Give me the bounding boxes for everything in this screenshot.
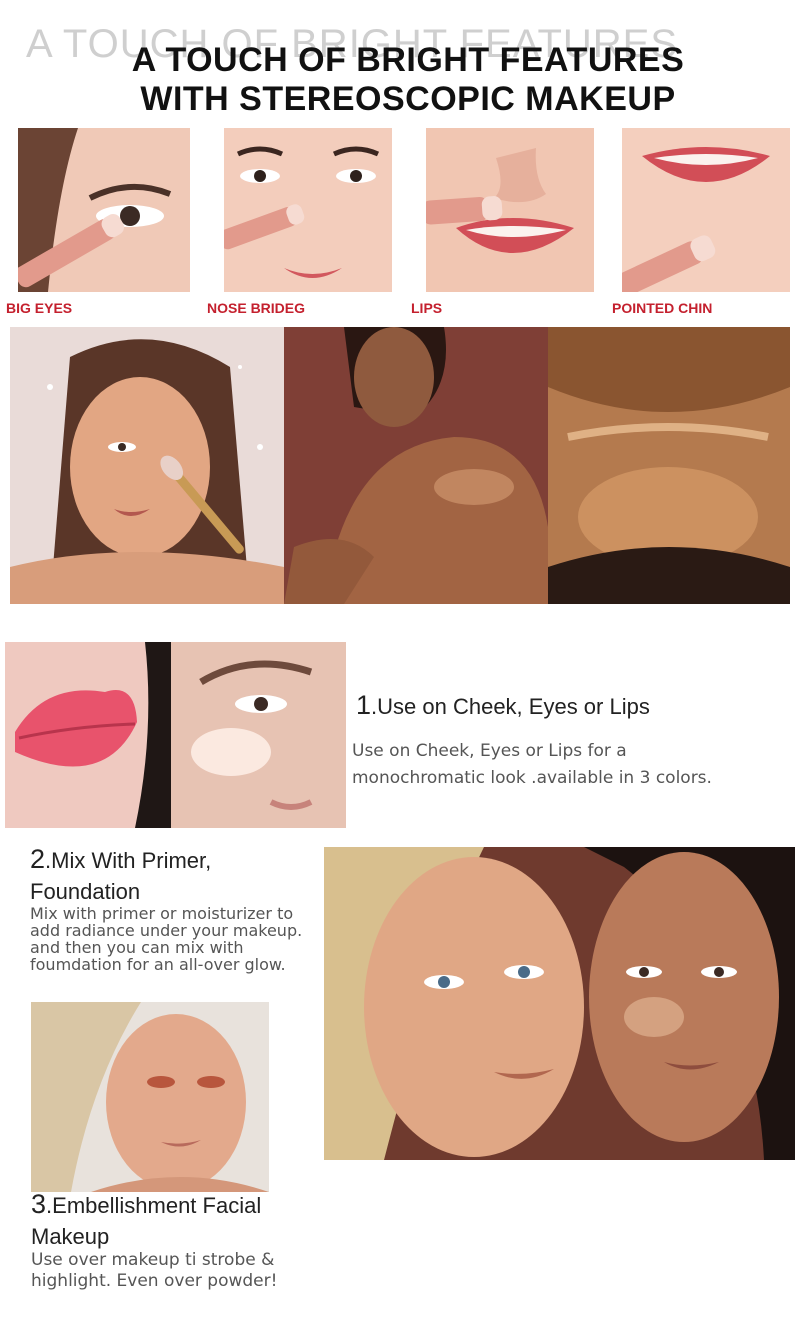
step-2-title-line1: .Mix With Primer, (45, 848, 212, 873)
model-shoulder-photo (284, 327, 548, 604)
page-title-line2: WITH STEREOSCOPIC MAKEUP (140, 80, 676, 118)
feature-label-lips: LIPS (411, 300, 443, 316)
two-models-glow-photo (324, 847, 795, 1160)
collarbone-glow-photo (548, 327, 790, 604)
step-1-heading: 1.Use on Cheek, Eyes or Lips (356, 690, 650, 721)
feature-label-big-eyes: BIG EYES (6, 300, 73, 316)
step-2-title-line2: Foundation (30, 879, 141, 904)
page-title-line1: A TOUCH OF BRIGHT FEATURES (131, 41, 685, 79)
step-2-description: Mix with primer or moisturizer to add ra… (30, 904, 303, 974)
lips-photo (426, 128, 594, 292)
step-2-heading: 2.Mix With Primer, Foundation (30, 845, 211, 906)
model-applying-brush-photo (10, 327, 284, 604)
pink-lips-photo (5, 642, 171, 828)
big-eyes-photo (18, 128, 190, 292)
step-3-description: Use over makeup ti strobe & highlight. E… (31, 1250, 278, 1291)
glowing-cheek-photo (171, 642, 346, 828)
feature-label-nose-bridge: NOSE BRIDEG (207, 300, 306, 316)
blonde-model-photo (31, 1002, 269, 1192)
step-3-number: 3 (31, 1189, 47, 1219)
nose-bridge-photo (224, 128, 392, 292)
pointed-chin-photo (622, 128, 790, 292)
step-1-number: 1 (356, 690, 372, 720)
step-3-title-line1: .Embellishment Facial (46, 1193, 262, 1218)
step-1-description: Use on Cheek, Eyes or Lips for a monochr… (352, 741, 712, 788)
step-1-title: .Use on Cheek, Eyes or Lips (371, 694, 650, 719)
step-3-title-line2: Makeup (31, 1224, 110, 1249)
step-2-number: 2 (30, 844, 46, 874)
feature-label-pointed-chin: POINTED CHIN (612, 300, 713, 316)
step-3-heading: 3.Embellishment Facial Makeup (31, 1190, 261, 1251)
